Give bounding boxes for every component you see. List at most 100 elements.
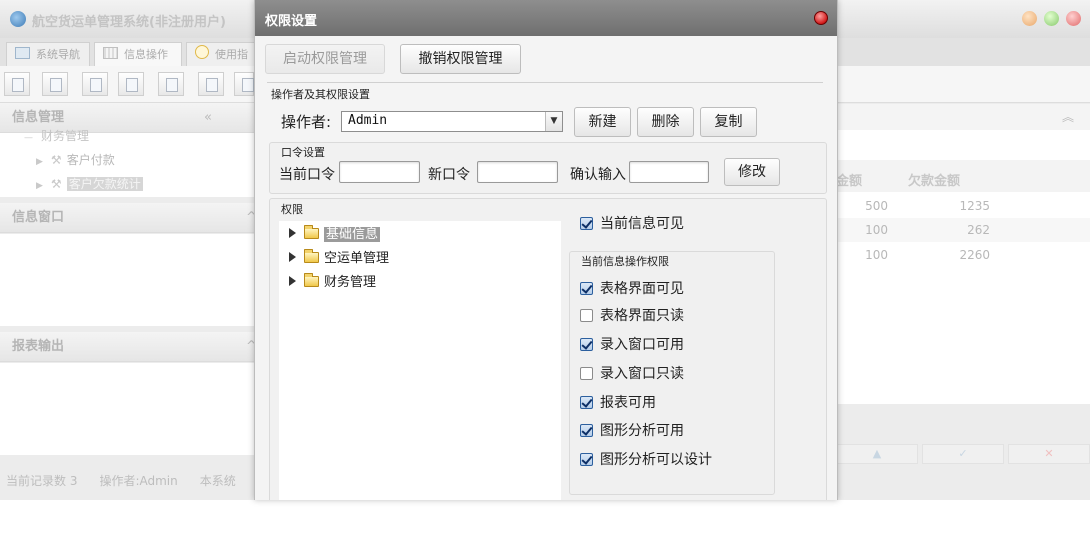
toolbar-users-button[interactable]	[118, 72, 144, 96]
tree-expand-icon[interactable]	[289, 276, 296, 286]
operator-select-value: Admin	[348, 113, 388, 128]
collapse-left-icon[interactable]: «	[204, 103, 212, 133]
folder-icon	[304, 273, 319, 287]
maximize-icon[interactable]	[1044, 11, 1059, 26]
monitor-icon	[15, 47, 30, 59]
status-operator: 操作者:Admin	[99, 474, 178, 488]
dialog-title-bar: 权限设置	[255, 0, 837, 36]
check-icon: ✓	[958, 447, 968, 460]
checkbox-checked-icon	[580, 396, 593, 409]
revoke-permission-button[interactable]: 撤销权限管理	[400, 44, 521, 74]
tab-system-nav[interactable]: 系统导航	[6, 42, 90, 66]
toolbar-export-button[interactable]	[198, 72, 224, 96]
collapse-up-icon[interactable]: ︽	[1062, 108, 1074, 125]
divider	[267, 82, 823, 83]
table-row[interactable]: 500 1235	[836, 194, 1090, 218]
record-count: 当前记录数 3	[6, 474, 78, 488]
panel-report-header: 报表输出 ^	[0, 332, 257, 362]
confirm-password-input[interactable]	[629, 161, 709, 183]
grid-actions: ▲ ✓ ✕	[836, 440, 1090, 466]
tool-icon: ⚒	[50, 177, 62, 191]
help-circle-icon	[195, 45, 209, 59]
operator-section-label: 操作者及其权限设置	[271, 88, 370, 101]
dialog-close-icon[interactable]	[814, 11, 828, 25]
confirm-password-label: 确认输入	[570, 167, 626, 183]
permission-section-label: 权限	[281, 203, 303, 216]
report-enabled-checkbox[interactable]: 报表可用	[580, 394, 656, 412]
new-password-input[interactable]	[477, 161, 558, 183]
tree-node-finance[interactable]: 财务管理	[289, 273, 376, 292]
modify-password-button[interactable]: 修改	[724, 158, 780, 186]
tree-expand-icon[interactable]	[289, 228, 296, 238]
table-view-visible-checkbox[interactable]: 表格界面可见	[580, 280, 684, 298]
delete-operator-button[interactable]: 删除	[637, 107, 694, 137]
tool-icon: ⚒	[50, 153, 62, 167]
folder-icon	[304, 249, 319, 263]
column-header-amount[interactable]: 金额	[836, 170, 862, 189]
toolbar-view-button[interactable]	[42, 72, 68, 96]
new-password-label: 新口令	[428, 167, 470, 183]
tree-item-customer-payment[interactable]: ▶ ⚒ 客户付款	[36, 151, 115, 168]
tree-item-customer-debt[interactable]: ▶ ⚒ 客户欠款统计	[36, 175, 143, 192]
info-window-body	[0, 234, 254, 326]
toolbar-new-button[interactable]	[82, 72, 108, 96]
current-password-input[interactable]	[339, 161, 420, 183]
entry-window-readonly-checkbox[interactable]: 录入窗口只读	[580, 365, 684, 383]
cancel-button[interactable]: ✕	[1008, 444, 1090, 464]
close-icon: ✕	[1044, 447, 1054, 460]
tree-expand-icon: ▶	[36, 157, 43, 167]
toolbar-print-button[interactable]	[234, 72, 254, 96]
chevron-down-icon[interactable]: ▼	[545, 112, 562, 131]
password-section-label: 口令设置	[281, 146, 325, 159]
operator-select[interactable]: Admin ▼	[341, 111, 563, 132]
checkbox-checked-icon	[580, 217, 593, 230]
checkbox-unchecked-icon	[580, 309, 593, 322]
table-view-readonly-checkbox[interactable]: 表格界面只读	[580, 307, 684, 325]
grid-header: 金额 欠款金额	[836, 160, 1090, 192]
tree-expand-icon: ▶	[36, 181, 43, 191]
permission-dialog: 权限设置 启动权限管理 撤销权限管理 操作者及其权限设置 操作者: Admin …	[254, 0, 838, 500]
dialog-title: 权限设置	[265, 14, 318, 29]
minimize-icon[interactable]	[1022, 11, 1037, 26]
checkbox-checked-icon	[580, 282, 593, 295]
table-row[interactable]: 100 262	[836, 218, 1090, 242]
confirm-button[interactable]: ✓	[922, 444, 1004, 464]
report-body	[0, 363, 254, 455]
table-row[interactable]: 100 2260	[836, 243, 1090, 267]
checkbox-checked-icon	[580, 453, 593, 466]
ops-section-label: 当前信息操作权限	[581, 255, 669, 268]
entry-window-enabled-checkbox[interactable]: 录入窗口可用	[580, 336, 684, 354]
panel-info-window-header: 信息窗口 ^	[0, 203, 257, 233]
new-operator-button[interactable]: 新建	[574, 107, 631, 137]
checkbox-unchecked-icon	[580, 367, 593, 380]
toolbar-edit-button[interactable]	[158, 72, 184, 96]
grid-icon	[103, 47, 118, 59]
grid-top-bar: ︽	[836, 104, 1090, 130]
checkbox-checked-icon	[580, 338, 593, 351]
tree-node-airwaybill[interactable]: 空运单管理	[289, 249, 389, 268]
tab-help[interactable]: 使用指	[186, 42, 254, 66]
status-bar: 当前记录数 3 操作者:Admin 本系统	[0, 470, 254, 492]
tab-info-ops[interactable]: 信息操作	[94, 42, 182, 66]
enable-permission-button[interactable]: 启动权限管理	[265, 44, 385, 74]
permission-tree: 基础信息 空运单管理 财务管理	[279, 221, 561, 500]
column-header-owed[interactable]: 欠款金额	[908, 170, 960, 189]
chart-analysis-design-checkbox[interactable]: 图形分析可以设计	[580, 451, 712, 469]
status-system: 本系统	[199, 474, 236, 488]
chart-analysis-enabled-checkbox[interactable]: 图形分析可用	[580, 422, 684, 440]
current-info-visible-checkbox[interactable]: 当前信息可见	[580, 215, 684, 233]
app-title: 航空货运单管理系统(非注册用户)	[32, 15, 226, 30]
operator-label: 操作者:	[281, 113, 332, 131]
current-password-label: 当前口令	[279, 167, 335, 183]
checkbox-checked-icon	[580, 424, 593, 437]
move-up-button[interactable]: ▲	[836, 444, 918, 464]
tree-partial-header: — 财务管理	[24, 129, 90, 143]
copy-operator-button[interactable]: 复制	[700, 107, 757, 137]
tree-expand-icon[interactable]	[289, 252, 296, 262]
app-logo-icon	[10, 11, 26, 27]
window-close-icon[interactable]	[1066, 11, 1081, 26]
toolbar-search-button[interactable]	[4, 72, 30, 96]
folder-icon	[304, 225, 319, 239]
tree-node-basic-info[interactable]: 基础信息	[289, 225, 381, 244]
info-manage-tree: — 财务管理 ▶ ⚒ 客户付款 ▶ ⚒ 客户欠款统计	[0, 129, 254, 197]
